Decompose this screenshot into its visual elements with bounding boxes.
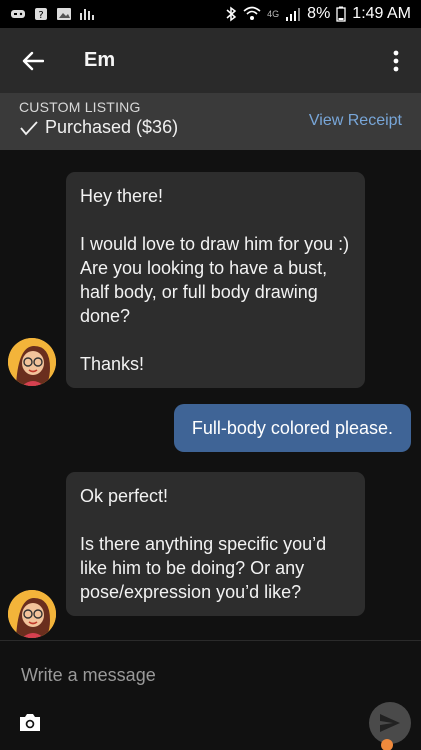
more-options-button[interactable] bbox=[371, 28, 421, 93]
bluetooth-icon bbox=[226, 6, 237, 22]
system-icons: 4G 8% 1:49 AM bbox=[225, 5, 411, 23]
notification-dot bbox=[381, 739, 393, 750]
image-icon bbox=[57, 8, 71, 20]
camera-button[interactable] bbox=[18, 711, 42, 733]
app-bar: Em bbox=[0, 28, 421, 93]
signal-icon bbox=[286, 8, 301, 21]
avatar-illustration bbox=[8, 338, 56, 386]
view-receipt-link[interactable]: View Receipt bbox=[309, 112, 402, 130]
bar-chart-icon bbox=[80, 9, 94, 20]
message-composer bbox=[0, 640, 421, 750]
seller-avatar[interactable] bbox=[8, 590, 56, 638]
notification-icons: ? bbox=[10, 7, 95, 21]
app-screen: ? 4G 8% 1:49 AM Em CUSTOM LISTING Purcha… bbox=[0, 0, 421, 750]
more-vertical-icon bbox=[393, 50, 399, 71]
camera-icon bbox=[20, 714, 40, 731]
purchase-status-text: Purchased ($36) bbox=[45, 117, 179, 137]
help-icon: ? bbox=[35, 8, 47, 21]
listing-banner: CUSTOM LISTING Purchased ($36) View Rece… bbox=[0, 93, 421, 150]
back-button[interactable] bbox=[0, 28, 66, 93]
send-button[interactable] bbox=[369, 702, 411, 744]
send-icon bbox=[380, 714, 400, 732]
wifi-icon bbox=[243, 6, 261, 20]
seller-avatar[interactable] bbox=[8, 338, 56, 386]
network-type-label: 4G bbox=[267, 9, 280, 19]
avatar-illustration bbox=[8, 590, 56, 638]
check-icon bbox=[20, 120, 38, 135]
conversation-title: Em bbox=[84, 49, 116, 71]
clock: 1:49 AM bbox=[352, 5, 411, 22]
outgoing-message: Full-body colored please. bbox=[173, 404, 411, 452]
game-controller-icon bbox=[11, 10, 25, 18]
message-input[interactable] bbox=[19, 661, 349, 689]
message-list[interactable]: Hey there! I would love to draw him for … bbox=[0, 150, 421, 640]
incoming-message: Hey there! I would love to draw him for … bbox=[66, 172, 365, 388]
svg-text:?: ? bbox=[38, 10, 43, 21]
battery-percent: 8% bbox=[307, 5, 331, 22]
status-bar: ? 4G 8% 1:49 AM bbox=[0, 0, 421, 28]
arrow-left-icon bbox=[22, 51, 44, 70]
incoming-message: Ok perfect! Is there anything specific y… bbox=[66, 472, 365, 616]
battery-icon bbox=[336, 6, 346, 22]
